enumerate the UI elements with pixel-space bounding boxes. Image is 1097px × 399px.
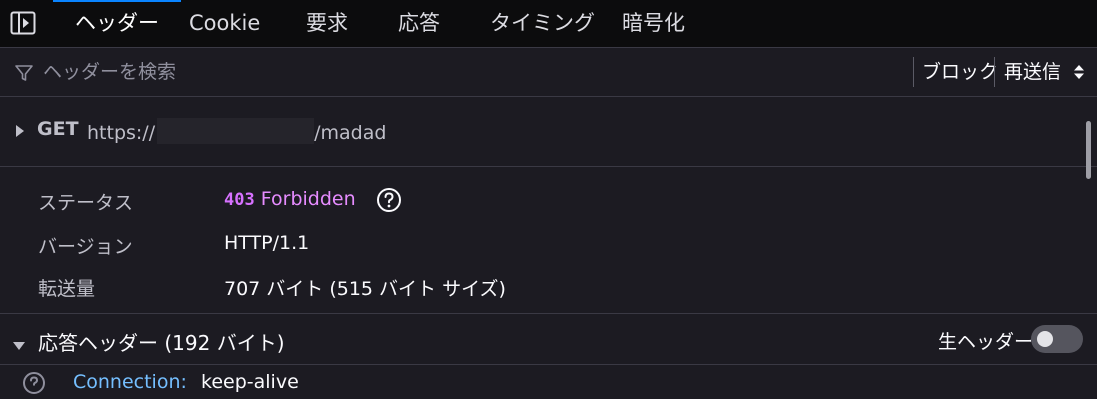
status-value: 403 Forbidden xyxy=(224,188,356,210)
transferred-value: 707 バイト (515 バイト サイズ) xyxy=(224,278,506,300)
request-summary: ステータス 403 Forbidden バージョン HTTP/1.1 転送量 7… xyxy=(0,167,1097,314)
url-prefix: https:// xyxy=(87,122,156,144)
url-suffix: /madad xyxy=(314,122,387,144)
header-value: keep-alive xyxy=(201,371,299,393)
tab-cookies[interactable]: Cookie xyxy=(189,0,260,47)
panel-toggle-icon[interactable] xyxy=(9,9,37,37)
updown-arrows-icon[interactable] xyxy=(1073,63,1085,85)
transferred-label: 転送量 xyxy=(38,278,96,300)
header-row: Connection: keep-alive xyxy=(0,365,1097,395)
status-text: Forbidden xyxy=(260,188,356,210)
filter-icon xyxy=(14,63,34,87)
request-url-row[interactable]: GET https:// /madad xyxy=(0,97,1097,167)
tab-headers[interactable]: ヘッダー xyxy=(53,0,181,47)
tab-security[interactable]: 暗号化 xyxy=(622,0,685,47)
version-label: バージョン xyxy=(38,236,133,258)
redacted-host xyxy=(157,118,315,144)
raw-headers-label: 生ヘッダー xyxy=(938,331,1034,353)
tab-timings[interactable]: タイミング xyxy=(490,0,595,47)
toggle-knob xyxy=(1037,331,1053,347)
response-headers-title: 応答ヘッダー (192 バイト) xyxy=(38,331,285,355)
response-headers-section[interactable]: 応答ヘッダー (192 バイト) 生ヘッダー xyxy=(0,314,1097,365)
status-code: 403 xyxy=(224,190,255,210)
help-circle-icon[interactable] xyxy=(376,187,402,217)
version-value: HTTP/1.1 xyxy=(224,232,310,254)
resend-button[interactable]: 再送信 xyxy=(1004,48,1061,96)
raw-headers-toggle[interactable] xyxy=(1031,325,1083,353)
header-name: Connection: xyxy=(73,371,187,393)
filter-headers-input[interactable] xyxy=(43,59,883,85)
request-url: https:// /madad xyxy=(87,118,386,144)
block-button[interactable]: ブロック xyxy=(922,48,998,96)
toolbar-separator xyxy=(994,57,995,87)
tab-bar: ヘッダー Cookie 要求 応答 タイミング 暗号化 xyxy=(0,0,1097,48)
filter-bar: ブロック 再送信 xyxy=(0,48,1097,97)
request-method: GET xyxy=(37,118,79,140)
triangle-right-icon[interactable] xyxy=(15,123,25,142)
toolbar-separator xyxy=(913,57,914,87)
tab-request[interactable]: 要求 xyxy=(306,0,348,47)
tab-response[interactable]: 応答 xyxy=(398,0,440,47)
help-icon[interactable] xyxy=(22,371,46,399)
triangle-down-icon[interactable] xyxy=(12,336,26,355)
status-label: ステータス xyxy=(38,192,134,214)
